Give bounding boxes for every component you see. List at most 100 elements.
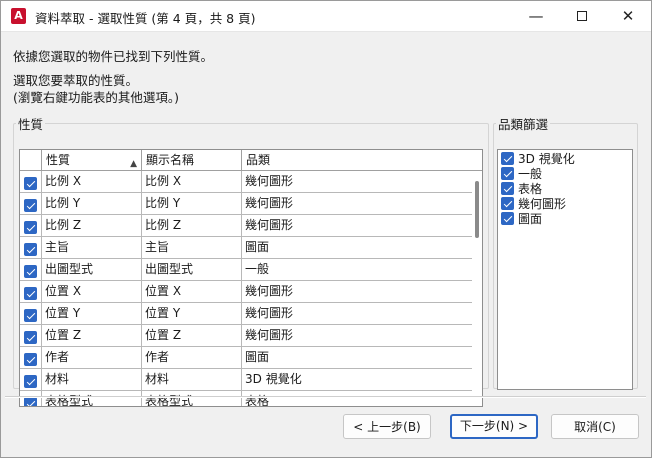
category-filter-group: 品類篩選 3D 視覺化 一般 表格 幾何圖形 圖面: [493, 114, 638, 390]
header-category[interactable]: 品類: [242, 150, 472, 171]
scrollbar-thumb[interactable]: [475, 181, 479, 238]
row-checkbox-cell[interactable]: [20, 325, 42, 347]
table-row[interactable]: 材料 材料 3D 視覺化: [20, 369, 472, 391]
row-checkbox-cell[interactable]: [20, 281, 42, 303]
property-cell: 比例 Z: [42, 215, 142, 237]
properties-group-legend: 性質: [18, 117, 44, 132]
display-name-cell[interactable]: 表格型式: [142, 391, 242, 406]
row-checkbox[interactable]: [24, 177, 37, 190]
properties-group: 性質 性質 ▲ 顯示名稱 品類 比例 X 比例 X 幾何圖形 比例 Y 比例 Y 幾何圖形…: [13, 114, 489, 407]
row-checkbox[interactable]: [24, 243, 37, 256]
minimize-button[interactable]: —: [513, 1, 559, 32]
category-cell: 幾何圖形: [245, 306, 294, 320]
row-checkbox-cell[interactable]: [20, 303, 42, 325]
close-button[interactable]: ✕: [605, 1, 651, 32]
category-filter-item[interactable]: 一般: [498, 167, 632, 182]
button-separator: [5, 396, 646, 398]
category-checkbox[interactable]: [501, 167, 514, 180]
row-checkbox[interactable]: [24, 287, 37, 300]
property-cell: 主旨: [42, 237, 142, 259]
row-checkbox-cell[interactable]: [20, 215, 42, 237]
category-filter-item[interactable]: 3D 視覺化: [498, 152, 632, 167]
property-cell: 位置 Z: [42, 325, 142, 347]
row-checkbox[interactable]: [24, 397, 37, 406]
table-row[interactable]: 比例 X 比例 X 幾何圖形: [20, 171, 472, 193]
table-row[interactable]: 出圖型式 出圖型式 一般: [20, 259, 472, 281]
property-cell: 表格型式: [42, 391, 142, 406]
row-checkbox[interactable]: [24, 375, 37, 388]
display-name-cell[interactable]: 位置 Y: [142, 303, 242, 325]
category-checkbox[interactable]: [501, 212, 514, 225]
header-property[interactable]: 性質 ▲: [42, 150, 142, 171]
row-checkbox-cell[interactable]: [20, 171, 42, 193]
category-cell: 幾何圖形: [245, 174, 294, 188]
category-cell: 幾何圖形: [245, 218, 294, 232]
category-filter-legend: 品類篩選: [498, 117, 549, 132]
dialog-content: 依據您選取的物件已找到下列性質。 選取您要萃取的性質。 (瀏覽右鍵功能表的其他選…: [1, 33, 651, 457]
header-display-name[interactable]: 顯示名稱: [142, 150, 242, 171]
property-cell: 比例 Y: [42, 193, 142, 215]
row-checkbox[interactable]: [24, 265, 37, 278]
display-name-cell[interactable]: 材料: [142, 369, 242, 391]
row-checkbox-cell[interactable]: [20, 193, 42, 215]
category-checkbox[interactable]: [501, 152, 514, 165]
display-name-cell[interactable]: 比例 Y: [142, 193, 242, 215]
display-name-cell[interactable]: 比例 Z: [142, 215, 242, 237]
display-name-cell[interactable]: 作者: [142, 347, 242, 369]
property-cell: 出圖型式: [42, 259, 142, 281]
category-checkbox[interactable]: [501, 197, 514, 210]
row-checkbox-cell[interactable]: [20, 259, 42, 281]
property-cell: 位置 X: [42, 281, 142, 303]
category-cell: 幾何圖形: [245, 328, 294, 342]
title-bar: A 資料萃取 - 選取性質 (第 4 頁，共 8 頁) — ✕: [1, 1, 651, 32]
category-filter-item[interactable]: 表格: [498, 182, 632, 197]
row-checkbox-cell[interactable]: [20, 347, 42, 369]
maximize-button[interactable]: [559, 1, 605, 32]
row-checkbox[interactable]: [24, 353, 37, 366]
window-title: 資料萃取 - 選取性質 (第 4 頁，共 8 頁): [35, 11, 256, 26]
display-name-cell[interactable]: 位置 X: [142, 281, 242, 303]
table-row[interactable]: 比例 Y 比例 Y 幾何圖形: [20, 193, 472, 215]
display-name-cell[interactable]: 位置 Z: [142, 325, 242, 347]
category-label: 3D 視覺化: [518, 152, 575, 166]
row-checkbox[interactable]: [24, 331, 37, 344]
maximize-icon: [577, 10, 587, 21]
row-checkbox[interactable]: [24, 199, 37, 212]
table-row[interactable]: 位置 Z 位置 Z 幾何圖形: [20, 325, 472, 347]
table-row[interactable]: 位置 X 位置 X 幾何圖形: [20, 281, 472, 303]
category-cell: 3D 視覺化: [245, 372, 302, 386]
display-name-cell[interactable]: 主旨: [142, 237, 242, 259]
property-rows: 比例 X 比例 X 幾何圖形 比例 Y 比例 Y 幾何圖形 比例 Z 比例 Z 幾何圖形 主旨 主旨…: [20, 171, 472, 406]
table-row[interactable]: 主旨 主旨 圖面: [20, 237, 472, 259]
property-cell: 材料: [42, 369, 142, 391]
table-row[interactable]: 比例 Z 比例 Z 幾何圖形: [20, 215, 472, 237]
next-button-label: 下一步(N) >: [459, 419, 529, 433]
cancel-button[interactable]: 取消(C): [551, 414, 639, 439]
property-cell: 比例 X: [42, 171, 142, 193]
table-row[interactable]: 作者 作者 圖面: [20, 347, 472, 369]
category-checkbox[interactable]: [501, 182, 514, 195]
header-property-label: 性質: [46, 153, 71, 167]
table-row[interactable]: 表格型式 表格型式 表格: [20, 391, 472, 406]
header-checkbox-column[interactable]: [20, 150, 42, 171]
properties-grid: 性質 ▲ 顯示名稱 品類 比例 X 比例 X 幾何圖形 比例 Y 比例 Y 幾何圖形 比例 …: [19, 149, 483, 407]
autocad-app-icon: A: [11, 8, 26, 24]
row-checkbox-cell[interactable]: [20, 237, 42, 259]
category-filter-item[interactable]: 圖面: [498, 212, 632, 227]
table-row[interactable]: 位置 Y 位置 Y 幾何圖形: [20, 303, 472, 325]
vertical-scrollbar[interactable]: [472, 171, 482, 406]
back-button[interactable]: < 上一步(B): [343, 414, 431, 439]
row-checkbox-cell[interactable]: [20, 369, 42, 391]
row-checkbox[interactable]: [24, 309, 37, 322]
display-name-cell[interactable]: 出圖型式: [142, 259, 242, 281]
category-label: 一般: [518, 167, 543, 181]
display-name-cell[interactable]: 比例 X: [142, 171, 242, 193]
data-extraction-dialog: A 資料萃取 - 選取性質 (第 4 頁，共 8 頁) — ✕ 依據您選取的物件…: [0, 0, 652, 458]
row-checkbox-cell[interactable]: [20, 391, 42, 406]
row-checkbox[interactable]: [24, 221, 37, 234]
category-filter-list: 3D 視覺化 一般 表格 幾何圖形 圖面: [497, 149, 633, 390]
property-cell: 作者: [42, 347, 142, 369]
category-filter-item[interactable]: 幾何圖形: [498, 197, 632, 212]
category-label: 表格: [518, 182, 543, 196]
next-button[interactable]: 下一步(N) >: [450, 414, 538, 439]
